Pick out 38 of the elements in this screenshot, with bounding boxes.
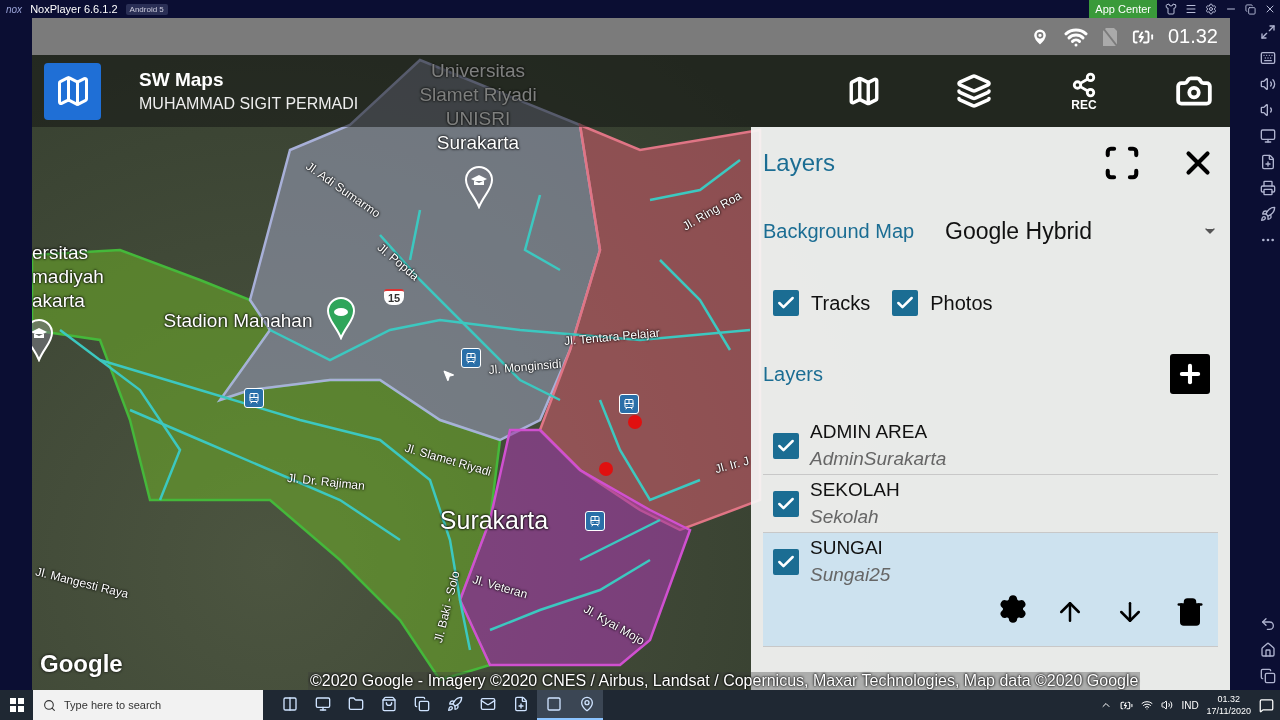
section-heading: Layers: [763, 362, 824, 386]
road-label: Jl. Monginsidi: [488, 356, 562, 378]
layer-source: AdminSurakarta: [810, 448, 947, 470]
version-badge: Android 5: [125, 3, 168, 15]
layer-item[interactable]: ADMIN AREA AdminSurakarta: [763, 417, 1218, 475]
google-logo: Google: [40, 650, 123, 678]
app-title: NoxPlayer 6.6.1.2: [30, 3, 118, 15]
road-label: Jl. Mangesti Raya: [34, 564, 130, 602]
checkbox-option[interactable]: Tracks: [773, 290, 871, 316]
place-label: ersitas madiyah akarta: [32, 241, 104, 313]
app-center-button[interactable]: App Center: [1089, 0, 1157, 18]
status-time: 01.32: [1167, 25, 1218, 48]
nox-logo: nox: [6, 3, 23, 15]
road-label: Jl. Slamet Riyadi: [403, 440, 493, 480]
layer-item[interactable]: SUNGAI Sungai25: [763, 533, 1218, 647]
layer-source: Sekolah: [810, 506, 880, 528]
road-label: Jl. Dr. Rajiman: [286, 470, 366, 494]
layer-name: SUNGAI: [810, 537, 884, 559]
road-label: Jl. Veteran: [470, 572, 530, 602]
field-label: Background Map: [763, 219, 916, 243]
route-shield: 15: [384, 289, 405, 305]
language-indicator[interactable]: IND: [1181, 699, 1199, 711]
layer-source: Sungai25: [810, 564, 891, 586]
taskbar-clock[interactable]: 01.32 17/11/2020: [1206, 693, 1251, 717]
checkbox-option[interactable]: Photos: [892, 290, 993, 316]
road-label: Jl. Ir. J: [713, 453, 751, 477]
road-label: Jl. Ring Roa: [680, 188, 744, 234]
layer-name: SEKOLAH: [810, 479, 900, 501]
app-name: SW Maps: [139, 69, 224, 91]
road-label: Jl. Kyai Mojo: [580, 601, 648, 649]
road-label: Jl. Baki - Solo: [431, 569, 463, 645]
user-name: MUHAMMAD SIGIT PERMADI: [139, 95, 359, 113]
panel-title: Layers: [763, 149, 836, 177]
background-map-dropdown[interactable]: Google Hybrid: [945, 217, 1218, 245]
layer-name: ADMIN AREA: [810, 421, 929, 443]
record-track-button[interactable]: REC: [1060, 67, 1108, 115]
taskbar-search-field[interactable]: Type here to search: [33, 690, 263, 720]
road-label: Jl. Tentara Pelajar: [563, 325, 661, 349]
